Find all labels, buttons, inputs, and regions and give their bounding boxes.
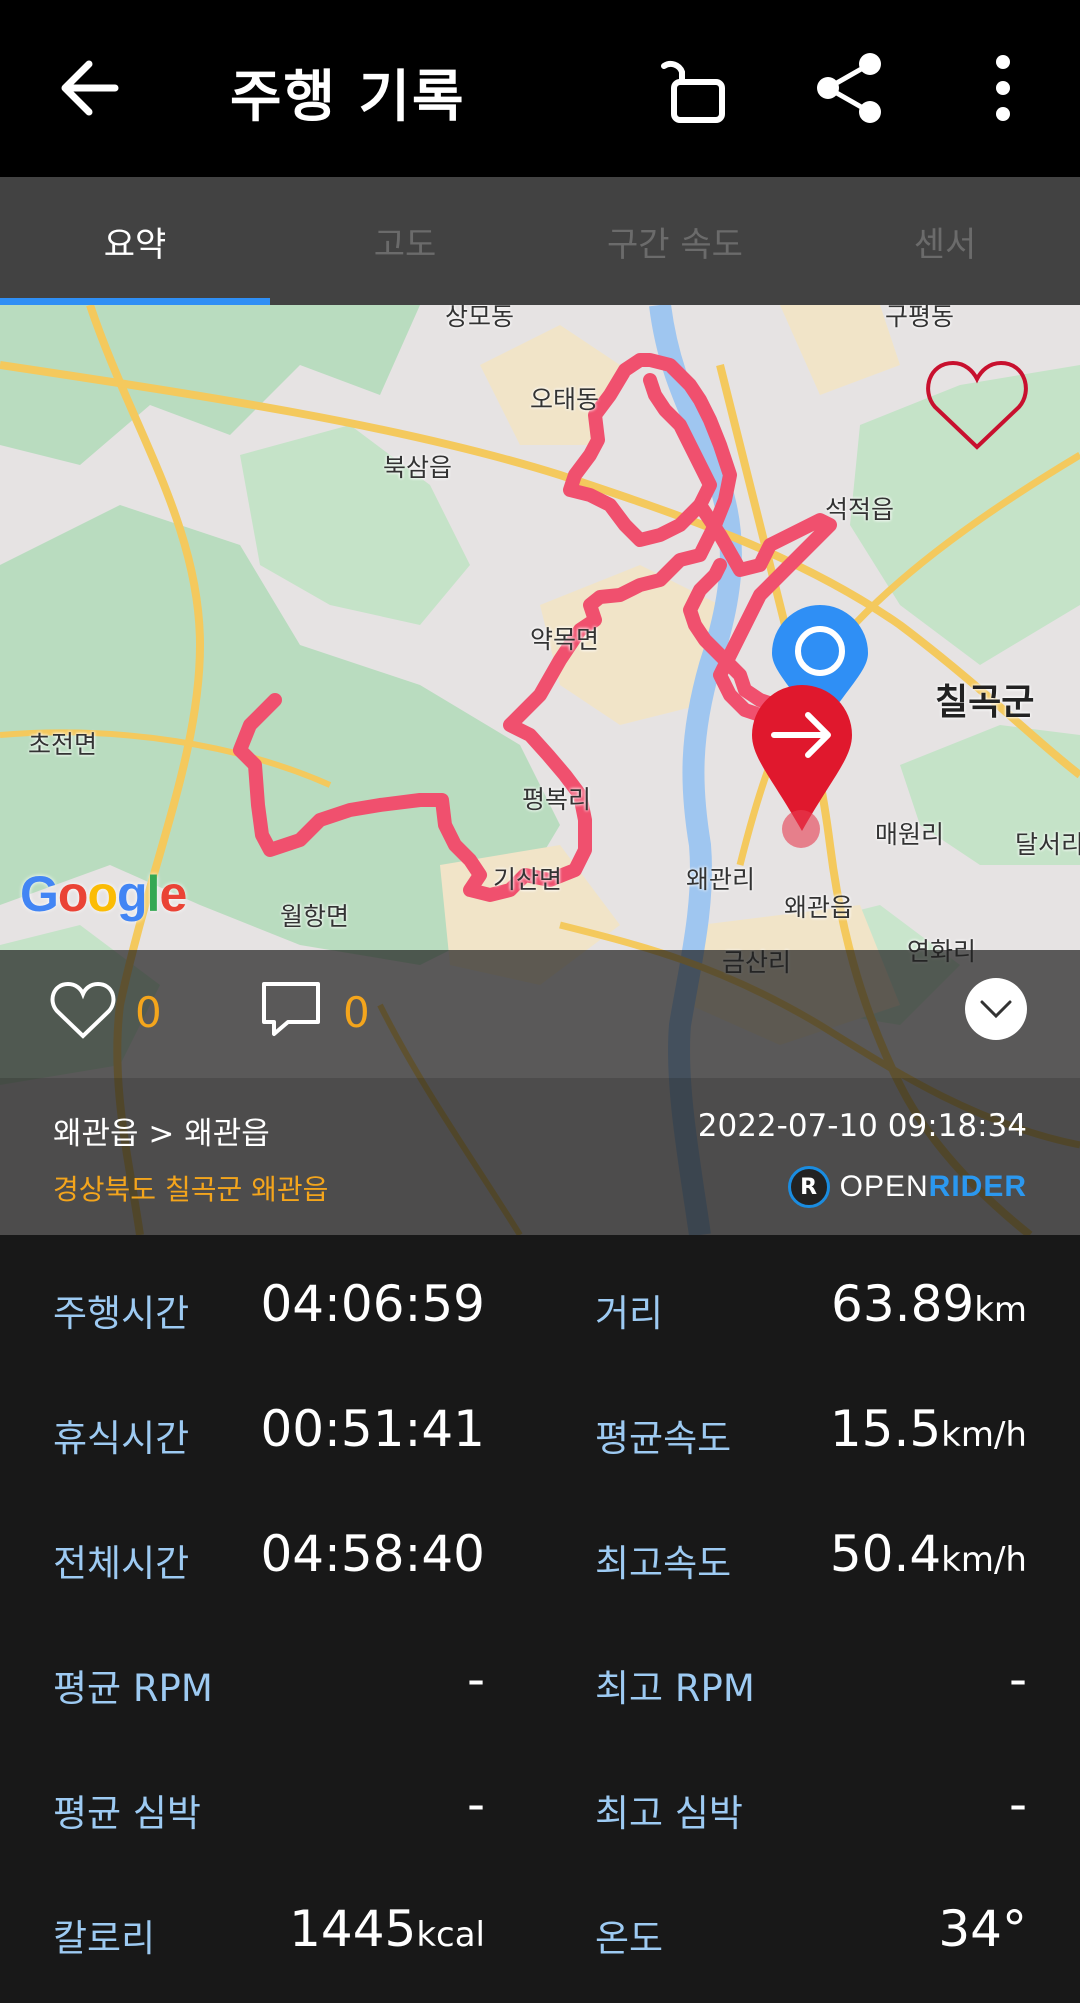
stats-row: 주행시간 04:06:59 거리 63.89km [0,1253,1080,1378]
more-vert-icon[interactable] [978,50,1028,126]
max-rpm-value: - [1008,1650,1027,1708]
tab-summary[interactable]: 요약 [0,177,270,305]
tab-elevation[interactable]: 고도 [270,177,540,305]
temperature-label: 온도 [595,1917,664,1960]
max-hr-value: - [1008,1775,1027,1833]
rest-time-value: 00:51:41 [260,1400,485,1458]
tab-section-speed[interactable]: 구간 속도 [540,177,810,305]
temperature-value: 34° [938,1900,1027,1958]
total-time-label: 전체시간 [53,1542,190,1585]
comment-icon[interactable] [258,978,324,1040]
route-title: 왜관읍 > 왜관읍 [53,1116,270,1152]
avg-rpm-value: - [466,1650,485,1708]
unlock-icon[interactable] [660,52,734,126]
app-bar: 주행 기록 [0,0,1080,177]
comment-count: 0 [343,988,370,1037]
like-heart-icon[interactable] [50,980,116,1040]
favorite-heart-icon[interactable] [925,357,1029,453]
stats-row: 칼로리 1445kcal 온도 34° [0,1878,1080,2003]
ride-time-label: 주행시간 [53,1292,190,1335]
avg-hr-value: - [466,1775,485,1833]
social-bar: 0 0 [0,950,1080,1078]
map-label: 월항면 [280,902,350,931]
avg-rpm-label: 평균 RPM [53,1667,213,1710]
map-label: 약목면 [530,625,600,654]
map-label: 오태동 [530,385,600,414]
avg-speed-label: 평균속도 [595,1417,732,1460]
distance-value: 63.89km [831,1275,1027,1333]
max-rpm-label: 최고 RPM [595,1667,755,1710]
tab-bar: 요약 고도 구간 속도 센서 [0,177,1080,305]
max-hr-label: 최고 심박 [595,1792,743,1835]
map-label: 매원리 [875,820,945,849]
tab-sensor[interactable]: 센서 [810,177,1080,305]
distance-label: 거리 [595,1292,664,1335]
avg-hr-label: 평균 심박 [53,1792,201,1835]
route-info: 왜관읍 > 왜관읍 2022-07-10 09:18:34 경상북도 칠곡군 왜… [0,1078,1080,1235]
page-title: 주행 기록 [230,65,466,130]
brand-rider: RIDER [928,1170,1027,1203]
google-logo: Google [20,866,187,922]
end-point-dot [782,810,820,848]
rest-time-label: 휴식시간 [53,1417,190,1460]
map-label: 상모동 [445,305,515,331]
stats-row: 평균 심박 - 최고 심박 - [0,1753,1080,1878]
route-region: 경상북도 칠곡군 왜관읍 [53,1173,329,1206]
stats-row: 평균 RPM - 최고 RPM - [0,1628,1080,1753]
max-speed-value: 50.4km/h [829,1525,1027,1583]
chevron-down-icon [980,1000,1012,1019]
map-label: 칠곡군 [935,682,1035,723]
map-label: 평복리 [522,785,592,814]
map-label: 왜관읍 [784,893,854,922]
calories-value: 1445kcal [289,1900,485,1958]
total-time-value: 04:58:40 [260,1525,485,1583]
brand-open: OPEN [839,1170,929,1203]
map-label: 석적읍 [825,495,895,524]
stats-row: 전체시간 04:58:40 최고속도 50.4km/h [0,1503,1080,1628]
stats-row: 휴식시간 00:51:41 평균속도 15.5km/h [0,1378,1080,1503]
map-label: 초전면 [28,730,98,759]
map-label: 기산면 [493,865,563,894]
share-icon[interactable] [812,50,888,126]
ride-time-value: 04:06:59 [260,1275,485,1333]
max-speed-label: 최고속도 [595,1542,732,1585]
map-label: 왜관리 [686,865,756,894]
expand-button[interactable] [965,978,1027,1040]
calories-label: 칼로리 [53,1917,156,1960]
route-datetime: 2022-07-10 09:18:34 [697,1108,1027,1144]
map-label: 달서리 [1015,830,1080,859]
stats-panel: 주행시간 04:06:59 거리 63.89km 휴식시간 00:51:41 평… [0,1235,1080,1971]
openrider-logo-icon: R [787,1166,830,1208]
openrider-logo: R OPENRIDER [787,1166,1027,1208]
back-arrow-icon[interactable] [55,50,125,126]
avg-speed-value: 15.5km/h [829,1400,1027,1458]
map-label: 구평동 [885,305,955,331]
map-label: 북삼읍 [383,453,453,482]
like-count: 0 [135,988,162,1037]
